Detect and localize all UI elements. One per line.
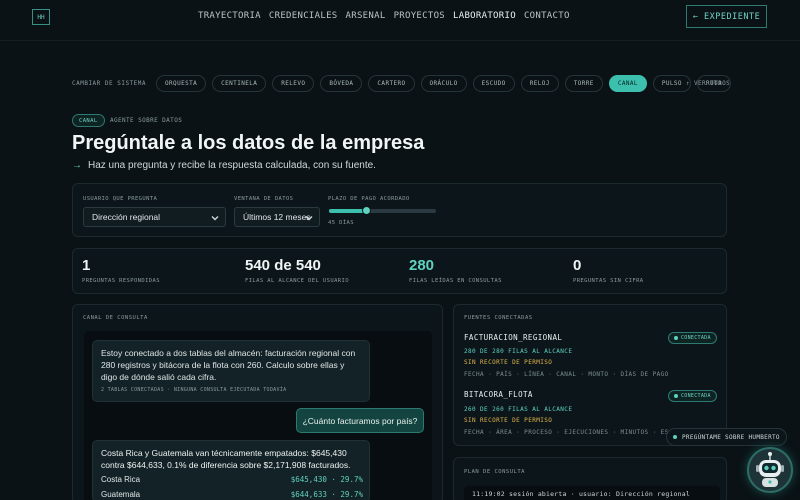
user-select[interactable]: Dirección regional [83, 207, 226, 227]
plan-panel-label: PLAN DE CONSULTA [464, 469, 525, 475]
source-name: BITACORA_FLOTA [464, 390, 533, 399]
chat-panel-label: CANAL DE CONSULTA [83, 315, 148, 321]
system-tag: CANAL [72, 114, 105, 127]
source-status-badge: CONECTADA [668, 390, 717, 402]
term-slider-value: 45 DÍAS [328, 220, 354, 226]
nav-divider [0, 40, 800, 41]
system-switcher: CAMBIAR DE SISTEMA ORQUESTA CENTINELA RE… [72, 74, 731, 92]
bot-answer-message: Costa Rica y Guatemala van técnicamente … [92, 440, 370, 500]
bot-answer-text: Costa Rica y Guatemala van técnicamente … [101, 448, 351, 470]
system-pill-reloj[interactable]: RELOJ [520, 74, 559, 92]
stats-panel [72, 248, 727, 294]
system-pill-relevo[interactable]: RELEVO [272, 74, 315, 92]
answer-value: $645,430 · 29.7% [290, 475, 363, 484]
bot-intro-meta: 2 TABLAS CONECTADAS · NINGUNA CONSULTA E… [101, 387, 287, 393]
arrow-right-icon: → [72, 160, 82, 171]
assistant-prompt-pill[interactable]: PREGÚNTAME SOBRE HUMBERTO [666, 428, 787, 446]
source-name: FACTURACION_REGIONAL [464, 333, 563, 342]
system-switcher-label: CAMBIAR DE SISTEMA [72, 79, 147, 87]
source-rows: 260 DE 260 FILAS AL ALCANCE [464, 406, 573, 413]
stat-label-no-figure: PREGUNTAS SIN CIFRA [573, 278, 644, 284]
term-slider-label: PLAZO DE PAGO ACORDADO [328, 196, 410, 202]
assistant-prompt-text: PREGÚNTAME SOBRE HUMBERTO [682, 433, 780, 441]
window-select[interactable]: Últimos 12 meses [234, 207, 320, 227]
system-pill-canal[interactable]: CANAL [608, 74, 647, 92]
answer-country: Guatemala [101, 490, 141, 499]
user-select-label: USUARIO QUE PREGUNTA [83, 196, 158, 202]
answer-value: $644,633 · 29.7% [290, 490, 363, 499]
nav-link-arsenal[interactable]: ARSENAL [346, 11, 386, 21]
top-nav: HH TRAYECTORIA CREDENCIALES ARSENAL PROY… [0, 0, 800, 36]
source-status-text: CONECTADA [681, 393, 711, 399]
chevron-down-icon [305, 216, 313, 221]
source-permission: SIN RECORTE DE PERMISO [464, 359, 553, 366]
nav-link-credenciales[interactable]: CREDENCIALES [269, 11, 338, 21]
plan-log: 11:19:02 sesión abierta · usuario: Direc… [464, 486, 720, 500]
nav-link-contacto[interactable]: CONTACTO [524, 11, 570, 21]
bot-intro-message: Estoy conectado a dos tablas del almacén… [92, 340, 370, 402]
source-status-badge: CONECTADA [668, 332, 717, 344]
system-tag-description: AGENTE SOBRE DATOS [110, 117, 183, 124]
status-dot-icon [674, 336, 678, 340]
stat-value-rows-read: 280 [409, 257, 435, 274]
source-status-text: CONECTADA [681, 335, 711, 341]
page-subtitle: → Haz una pregunta y recibe la respuesta … [72, 160, 376, 171]
expediente-button[interactable]: ← EXPEDIENTE [686, 5, 767, 28]
system-pill-orquesta[interactable]: ORQUESTA [156, 74, 207, 92]
term-slider-fill [329, 209, 367, 213]
source-fields: FECHA · ÁREA · PROCESO · EJECUCIONES · M… [464, 429, 669, 436]
stat-value-answered: 1 [82, 257, 91, 274]
system-pill-cartero[interactable]: CARTERO [368, 74, 415, 92]
term-slider[interactable] [329, 206, 436, 215]
answer-row: Costa Rica $645,430 · 29.7% [101, 475, 363, 484]
stat-label-rows-scope: FILAS AL ALCANCE DEL USUARIO [245, 278, 349, 284]
system-pill-escudo[interactable]: ESCUDO [472, 74, 515, 92]
robot-icon [756, 452, 784, 487]
chevron-down-icon [211, 216, 219, 221]
stat-label-rows-read: FILAS LEÍDAS EN CONSULTAS [409, 278, 502, 284]
page-subtitle-text: Haz una pregunta y recibe la respuesta c… [88, 160, 376, 171]
status-dot-icon [674, 394, 678, 398]
user-select-value: Dirección regional [92, 212, 161, 222]
nav-link-laboratorio[interactable]: LABORATORIO [453, 11, 516, 21]
bot-intro-text: Estoy conectado a dos tablas del almacén… [101, 348, 356, 382]
stat-label-answered: PREGUNTAS RESPONDIDAS [82, 278, 160, 284]
page-title: Pregúntale a los datos de la empresa [72, 132, 425, 154]
logo[interactable]: HH [32, 9, 50, 25]
answer-country: Costa Rica [101, 475, 141, 484]
system-pill-torre[interactable]: TORRE [564, 74, 603, 92]
sources-panel-label: FUENTES CONECTADAS [464, 315, 533, 321]
system-pill-oraculo[interactable]: ORÁCULO [420, 74, 467, 92]
stat-value-no-figure: 0 [573, 257, 582, 274]
source-fields: FECHA · PAÍS · LÍNEA · CANAL · MONTO · D… [464, 371, 669, 378]
online-dot-icon [673, 435, 677, 439]
source-rows: 280 DE 280 FILAS AL ALCANCE [464, 348, 573, 355]
system-pill-centinela[interactable]: CENTINELA [212, 74, 267, 92]
stat-value-rows-scope: 540 de 540 [245, 257, 321, 274]
system-pill-boveda[interactable]: BÓVEDA [320, 74, 363, 92]
nav-link-trayectoria[interactable]: TRAYECTORIA [198, 11, 261, 21]
robot-assistant-button[interactable] [747, 447, 793, 493]
window-select-label: VENTANA DE DATOS [234, 196, 294, 202]
user-question-message: ¿Cuánto facturamos por país? [296, 408, 424, 433]
source-permission: SIN RECORTE DE PERMISO [464, 417, 553, 424]
view-all-link[interactable]: ↑ VER TODOS [686, 80, 730, 87]
nav-links: TRAYECTORIA CREDENCIALES ARSENAL PROYECT… [198, 11, 570, 21]
nav-link-proyectos[interactable]: PROYECTOS [394, 11, 445, 21]
answer-row: Guatemala $644,633 · 29.7% [101, 490, 363, 499]
window-select-value: Últimos 12 meses [243, 212, 311, 222]
